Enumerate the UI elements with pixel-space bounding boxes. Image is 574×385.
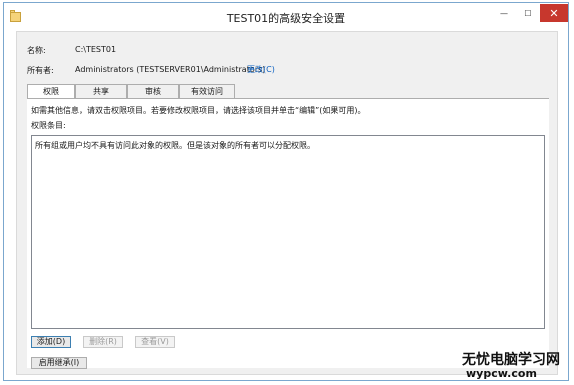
view-button[interactable]: 查看(V) bbox=[135, 336, 175, 348]
name-value: C:\TEST01 bbox=[75, 45, 117, 54]
info-text: 如需其他信息，请双击权限项目。若要修改权限项目，请选择该项目并单击“编辑”(如果… bbox=[31, 106, 366, 115]
tab-auditing[interactable]: 审核 bbox=[127, 84, 179, 98]
minimize-button[interactable]: — bbox=[492, 4, 516, 22]
remove-button[interactable]: 删除(R) bbox=[83, 336, 123, 348]
name-label: 名称: bbox=[27, 46, 46, 55]
tab-effective-access[interactable]: 有效访问 bbox=[179, 84, 235, 98]
owner-value: Administrators (TESTSERVER01\Administrat… bbox=[75, 65, 266, 74]
permissions-panel: 如需其他信息，请双击权限项目。若要修改权限项目，请选择该项目并单击“编辑”(如果… bbox=[27, 98, 549, 369]
minimize-icon: — bbox=[500, 8, 508, 18]
permission-entries-label: 权限条目: bbox=[31, 121, 66, 130]
advanced-security-window: TEST01的高级安全设置 — ☐ ✕ 名称: C:\TEST01 所有者: A… bbox=[3, 2, 569, 381]
watermark-title: 无忧电脑学习网 bbox=[462, 352, 560, 368]
tab-strip: 权限 共享 审核 有效访问 bbox=[27, 84, 235, 99]
window-title: TEST01的高级安全设置 bbox=[226, 12, 346, 25]
close-icon: ✕ bbox=[549, 6, 559, 20]
maximize-icon: ☐ bbox=[524, 8, 532, 18]
enable-inheritance-button[interactable]: 启用继承(I) bbox=[31, 357, 87, 369]
close-button[interactable]: ✕ bbox=[540, 4, 568, 22]
tab-sharing[interactable]: 共享 bbox=[75, 84, 127, 98]
watermark-url: wypcw.com bbox=[466, 367, 537, 380]
permission-entries-list[interactable]: 所有组或用户均不具有访问此对象的权限。但是该对象的所有者可以分配权限。 bbox=[31, 135, 545, 329]
dialog-body: 名称: C:\TEST01 所有者: Administrators (TESTS… bbox=[16, 31, 558, 375]
add-button[interactable]: 添加(D) bbox=[31, 336, 71, 348]
owner-label: 所有者: bbox=[27, 66, 54, 75]
change-owner-link[interactable]: 更改(C) bbox=[247, 64, 275, 75]
maximize-button[interactable]: ☐ bbox=[516, 4, 540, 22]
tab-permissions[interactable]: 权限 bbox=[27, 84, 75, 99]
watermark: 无忧电脑学习网 wypcw.com bbox=[462, 349, 568, 383]
empty-list-message: 所有组或用户均不具有访问此对象的权限。但是该对象的所有者可以分配权限。 bbox=[35, 141, 315, 150]
title-bar[interactable]: TEST01的高级安全设置 — ☐ ✕ bbox=[4, 3, 568, 31]
